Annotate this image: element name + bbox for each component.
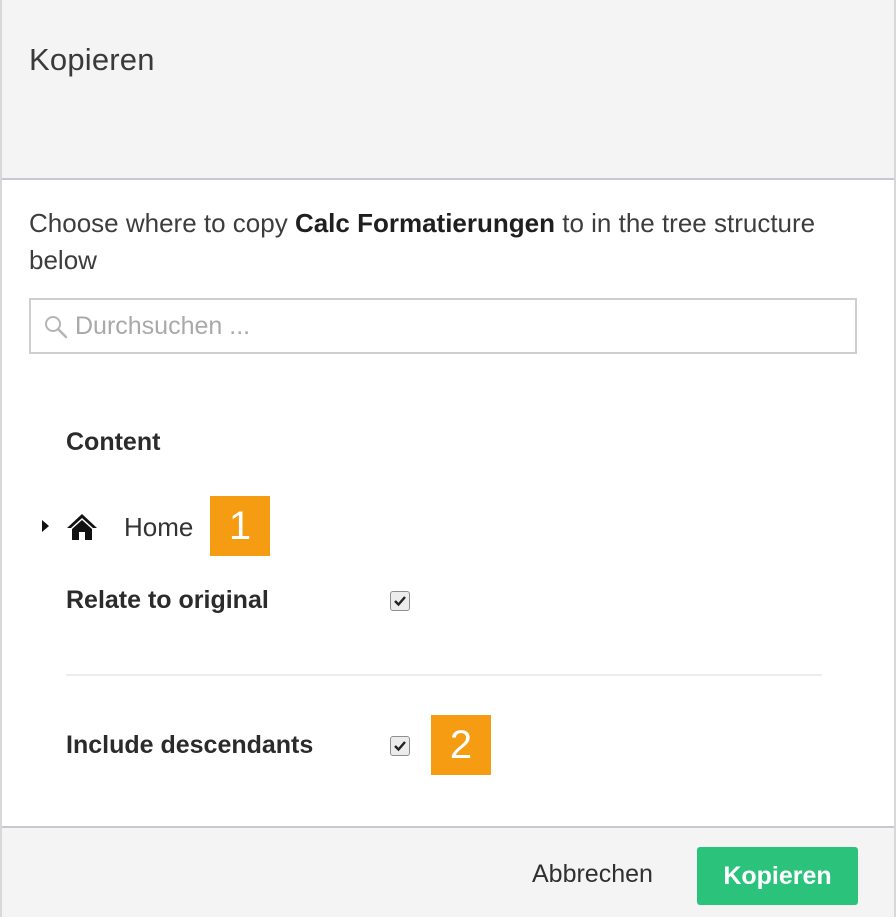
options-divider	[66, 674, 822, 676]
tree-heading: Content	[66, 428, 161, 456]
intro-item-name: Calc Formatierungen	[294, 208, 555, 238]
dialog-intro: Choose where to copy Calc Formatierungen…	[29, 205, 849, 279]
dialog-title: Kopieren	[29, 42, 155, 77]
dialog-header: Kopieren	[2, 0, 894, 180]
relate-to-original-checkbox[interactable]	[390, 591, 410, 611]
tree-node-label[interactable]: Home	[124, 512, 193, 543]
cancel-button[interactable]: Abbrechen	[522, 854, 663, 894]
copy-dialog: Kopieren Choose where to copy Calc Forma…	[0, 0, 896, 917]
annotation-badge-1: 1	[210, 496, 270, 556]
intro-prefix: Choose where to copy	[29, 208, 295, 238]
annotation-badge-2: 2	[431, 715, 491, 775]
include-descendants-label: Include descendants	[66, 731, 314, 759]
checkmark-icon	[394, 741, 406, 752]
include-descendants-checkbox[interactable]	[390, 736, 410, 756]
tree-node-home[interactable]: Home	[38, 504, 238, 550]
search-box	[29, 298, 857, 354]
home-icon	[66, 512, 98, 542]
expand-caret-icon[interactable]	[42, 520, 49, 532]
dialog-footer: Abbrechen Kopieren	[2, 826, 894, 917]
search-icon	[43, 314, 69, 340]
checkmark-icon	[394, 596, 406, 607]
relate-to-original-label: Relate to original	[66, 586, 269, 614]
copy-submit-button[interactable]: Kopieren	[697, 847, 858, 905]
search-input[interactable]	[75, 306, 845, 346]
